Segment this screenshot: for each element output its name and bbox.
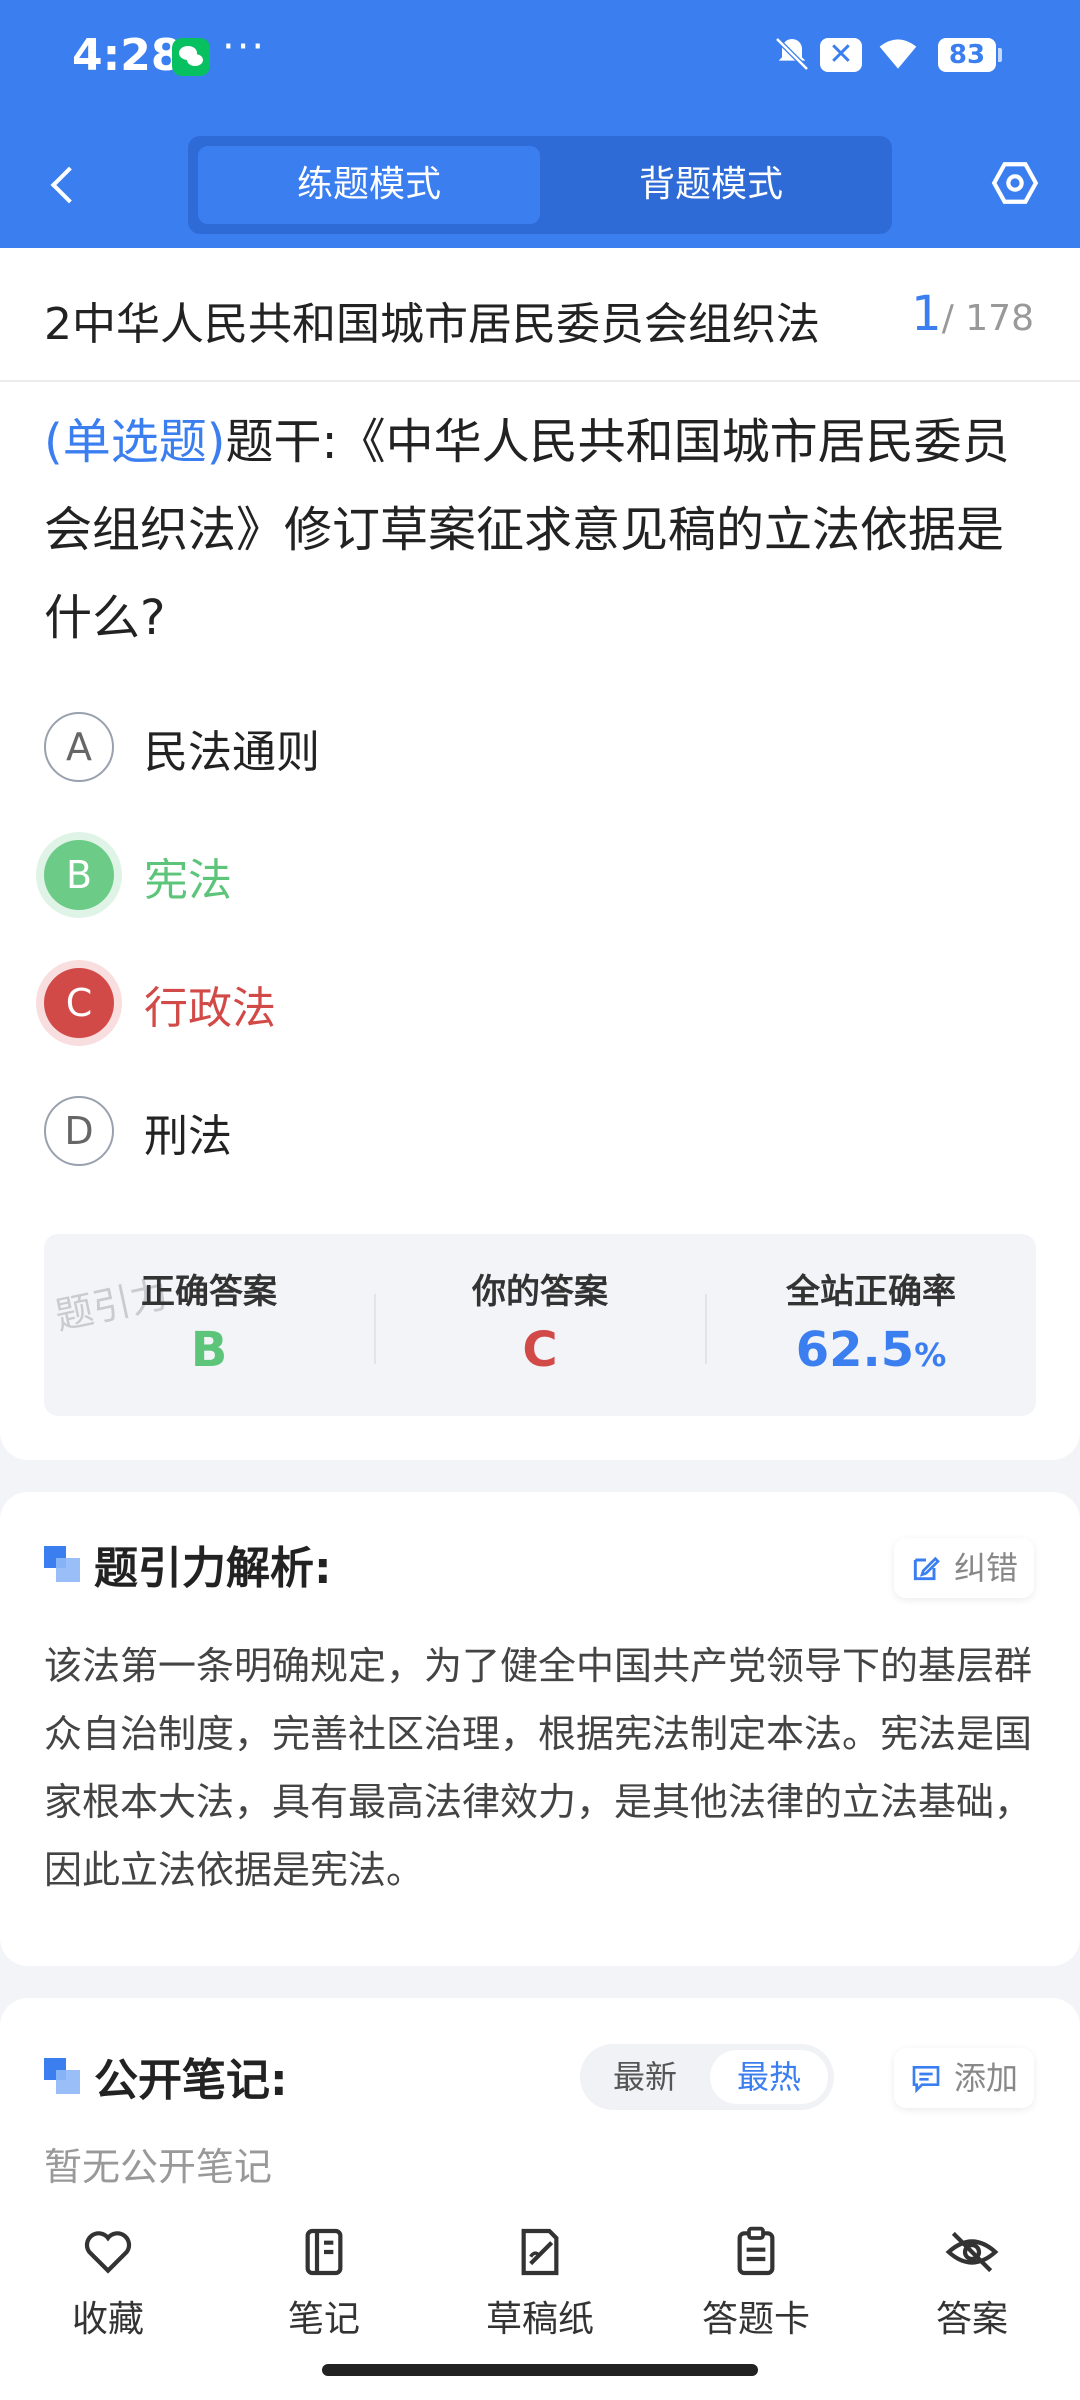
report-label: 纠错 bbox=[953, 1549, 1018, 1587]
option-c[interactable]: C 行政法 bbox=[44, 964, 1034, 1044]
tab-label: 草稿纸 bbox=[485, 2299, 594, 2340]
stat-label: 正确答案 bbox=[141, 1272, 277, 1312]
wechat-icon bbox=[172, 38, 210, 76]
comment-icon bbox=[912, 2066, 940, 2094]
wifi-icon bbox=[876, 34, 920, 84]
status-more: ··· bbox=[222, 24, 267, 70]
option-letter: C bbox=[44, 968, 114, 1038]
header-bar: 4:28 ··· ✕ 83 练题模式 背题模式 bbox=[0, 0, 1080, 248]
notebook-icon bbox=[305, 2228, 343, 2276]
home-indicator[interactable] bbox=[322, 2364, 758, 2376]
tab-label: 答题卡 bbox=[701, 2299, 810, 2340]
mode-switch: 练题模式 背题模式 bbox=[188, 136, 892, 234]
empty-notes-text: 暂无公开笔记 bbox=[44, 2145, 273, 2189]
stat-site-rate: 全站正确率 62.5% bbox=[706, 1234, 1036, 1416]
stat-value: B bbox=[190, 1322, 228, 1378]
option-text: 行政法 bbox=[144, 983, 276, 1034]
option-text: 宪法 bbox=[144, 855, 232, 906]
tab-label: 答案 bbox=[935, 2299, 1008, 2340]
stat-label: 全站正确率 bbox=[786, 1272, 956, 1312]
back-button[interactable] bbox=[40, 150, 92, 220]
analysis-text: 该法第一条明确规定，为了健全中国共产党领导下的基层群众自治制度，完善社区治理，根… bbox=[44, 1644, 1033, 1892]
edit-icon bbox=[913, 1556, 940, 1581]
add-label: 添加 bbox=[953, 2059, 1018, 2097]
question-stem: (单选题)题干:《中华人民共和国城市居民委员会组织法》修订草案征求意见稿的立法依… bbox=[44, 398, 1034, 662]
battery-icon: 83 bbox=[938, 38, 1002, 72]
notes-title: 公开笔记: bbox=[94, 2055, 288, 2106]
sort-hot[interactable]: 最热 bbox=[710, 2050, 828, 2104]
divider bbox=[0, 380, 1080, 382]
sort-switch: 最新 最热 bbox=[580, 2044, 834, 2110]
add-note-button[interactable]: 添加 bbox=[893, 2048, 1034, 2108]
heart-icon bbox=[84, 2231, 132, 2274]
stat-correct-answer: 正确答案 B bbox=[44, 1234, 374, 1416]
option-d[interactable]: D 刑法 bbox=[44, 1092, 1034, 1172]
rate-unit: % bbox=[914, 1336, 947, 1374]
option-b[interactable]: B 宪法 bbox=[44, 836, 1034, 916]
tab-draft[interactable]: 草稿纸 bbox=[460, 2224, 620, 2342]
question-card: 2中华人民共和国城市居民委员会组织法 1/ 178 (单选题)题干:《中华人民共… bbox=[0, 248, 1080, 1460]
option-text: 民法通则 bbox=[144, 727, 320, 778]
question-type: (单选题) bbox=[44, 414, 226, 470]
topic-title: 2中华人民共和国城市居民委员会组织法 bbox=[44, 299, 820, 350]
tab-practice-mode[interactable]: 练题模式 bbox=[198, 146, 540, 224]
tab-answer[interactable]: 答案 bbox=[892, 2224, 1052, 2342]
total-count: / 178 bbox=[941, 298, 1034, 339]
option-text: 刑法 bbox=[144, 1111, 232, 1162]
tab-notes[interactable]: 笔记 bbox=[244, 2224, 404, 2342]
option-letter: D bbox=[44, 1096, 114, 1166]
report-error-button[interactable]: 纠错 bbox=[893, 1538, 1034, 1598]
close-box-icon: ✕ bbox=[820, 38, 862, 72]
option-a[interactable]: A 民法通则 bbox=[44, 708, 1034, 788]
analysis-card: 题引力解析: 纠错 该法第一条明确规定，为了健全中国共产党领导下的基层群众自治制… bbox=[0, 1492, 1080, 1966]
tab-favorite[interactable]: 收藏 bbox=[28, 2224, 188, 2342]
question-counter: 1/ 178 bbox=[911, 286, 1034, 342]
settings-icon[interactable] bbox=[990, 158, 1040, 208]
section-icon bbox=[44, 1546, 80, 1582]
stat-value: 62.5% bbox=[706, 1322, 1036, 1378]
bell-muted-icon bbox=[772, 34, 812, 84]
analysis-title: 题引力解析: bbox=[94, 1543, 332, 1594]
current-index: 1 bbox=[911, 286, 942, 342]
tab-answer-card[interactable]: 答题卡 bbox=[676, 2224, 836, 2342]
tab-label: 收藏 bbox=[71, 2299, 144, 2340]
draft-icon bbox=[521, 2228, 559, 2276]
option-letter: A bbox=[44, 712, 114, 782]
answer-card-icon bbox=[737, 2226, 775, 2276]
section-icon bbox=[44, 2058, 80, 2094]
tab-recite-mode[interactable]: 背题模式 bbox=[540, 146, 882, 224]
stat-value: C bbox=[522, 1322, 558, 1378]
tab-label: 笔记 bbox=[287, 2299, 360, 2340]
option-letter: B bbox=[44, 840, 114, 910]
sort-latest[interactable]: 最新 bbox=[586, 2050, 704, 2104]
stat-your-answer: 你的答案 C bbox=[375, 1234, 705, 1416]
answer-stats: 题引力 正确答案 B 你的答案 C 全站正确率 62.5% bbox=[44, 1234, 1036, 1416]
status-time: 4:28 bbox=[72, 30, 182, 81]
eye-off-icon bbox=[945, 2231, 999, 2273]
rate-number: 62.5 bbox=[795, 1322, 915, 1378]
stat-label: 你的答案 bbox=[472, 1272, 608, 1312]
status-bar: 4:28 ··· ✕ 83 bbox=[0, 0, 1080, 116]
